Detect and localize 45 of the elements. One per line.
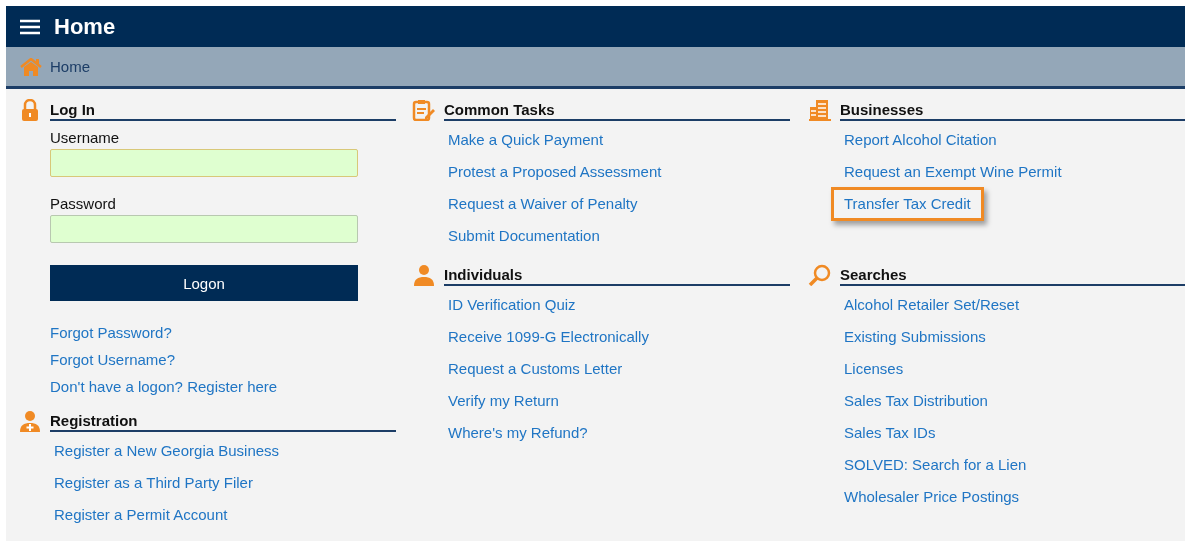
link[interactable]: Alcohol Retailer Set/Reset (844, 296, 1020, 314)
link[interactable]: Don't have a logon? Register here (50, 378, 278, 396)
link[interactable]: Register as a Third Party Filer (54, 474, 253, 492)
section-heading: Individuals (444, 266, 790, 286)
link[interactable]: ID Verification Quiz (448, 296, 576, 314)
link[interactable]: Licenses (844, 360, 904, 378)
link[interactable]: Request a Customs Letter (448, 360, 623, 378)
link[interactable]: Forgot Username? (50, 351, 176, 369)
building-icon (808, 99, 832, 121)
home-icon (20, 57, 42, 76)
link[interactable]: Request an Exempt Wine Permit (844, 163, 1062, 181)
person-add-icon (18, 410, 42, 432)
link[interactable]: Sales Tax IDs (844, 424, 936, 442)
person-icon (412, 264, 436, 286)
link[interactable]: Make a Quick Payment (448, 131, 604, 149)
breadcrumb-link[interactable]: Home (50, 58, 90, 75)
input-field[interactable] (50, 215, 358, 243)
link[interactable]: Verify my Return (448, 392, 559, 410)
menu-icon[interactable] (20, 18, 40, 35)
field-label: Username (50, 129, 121, 146)
field-label: Password (50, 195, 117, 212)
link[interactable]: Receive 1099-G Electronically (448, 328, 649, 346)
link[interactable]: Wholesaler Price Postings (844, 488, 1020, 506)
link[interactable]: Forgot Password? (50, 324, 172, 342)
link[interactable]: Request a Waiver of Penalty (448, 195, 638, 213)
link[interactable]: SOLVED: Search for a Lien (844, 456, 1027, 474)
link[interactable]: Sales Tax Distribution (844, 392, 988, 410)
link[interactable]: Register a New Georgia Business (54, 442, 280, 460)
link[interactable]: Register a Permit Account (54, 506, 228, 524)
link[interactable]: Report Alcohol Citation (844, 131, 997, 149)
section-heading: Common Tasks (444, 101, 790, 121)
link[interactable]: Where's my Refund? (448, 424, 588, 442)
page-title: Home (54, 13, 116, 40)
clipboard-pencil-icon (412, 99, 436, 121)
link[interactable]: Existing Submissions (844, 328, 986, 346)
link[interactable]: Protest a Proposed Assessment (448, 163, 662, 181)
section-heading: Log In (50, 101, 396, 121)
section-heading: Registration (50, 412, 396, 432)
input-field[interactable] (50, 149, 358, 177)
logon-button[interactable]: Logon (50, 265, 358, 301)
link[interactable]: Submit Documentation (448, 227, 600, 245)
section-heading: Searches (840, 266, 1185, 286)
section-heading: Businesses (840, 101, 1185, 121)
highlighted-link[interactable]: Transfer Tax Credit (831, 187, 984, 221)
search-icon (808, 264, 832, 286)
